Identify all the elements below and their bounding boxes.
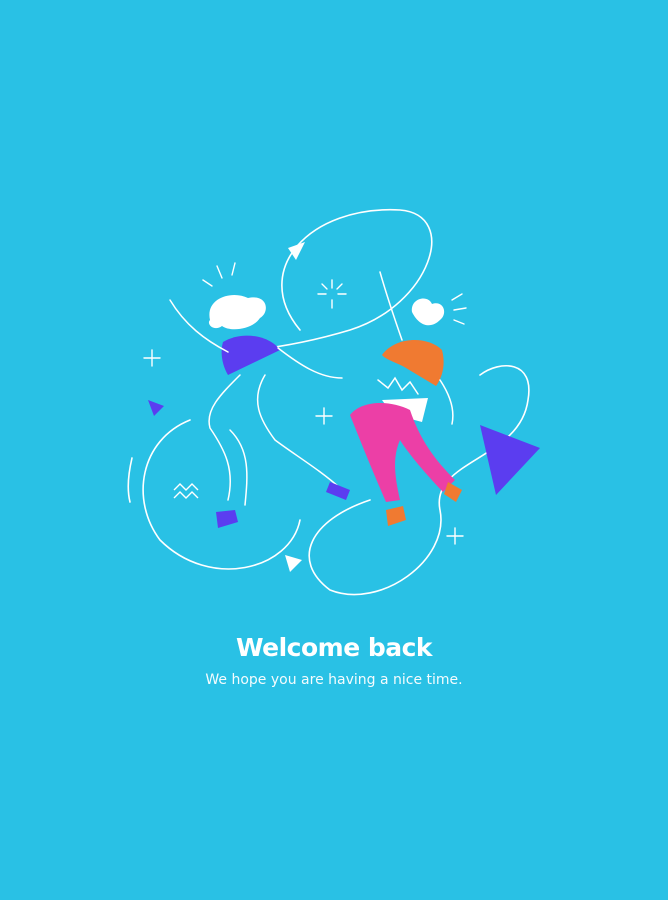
triangle-icon bbox=[288, 242, 305, 260]
welcome-subtitle: We hope you are having a nice time. bbox=[205, 672, 463, 688]
swirl-line-top bbox=[229, 209, 433, 353]
triangle-icon bbox=[285, 555, 302, 572]
left-dancer-shoe bbox=[216, 510, 238, 528]
triangle-icon bbox=[148, 400, 164, 416]
dash-line bbox=[127, 457, 133, 503]
welcome-title: Welcome back bbox=[235, 633, 433, 662]
right-dancer bbox=[350, 271, 467, 526]
right-dancer-pants bbox=[350, 403, 455, 502]
right-dancer-shoe bbox=[386, 506, 406, 526]
right-dancer-hair bbox=[411, 298, 445, 326]
left-dancer-shoe bbox=[326, 482, 350, 500]
left-dancer-hair bbox=[208, 294, 266, 330]
welcome-screen: Welcome back We hope you are having a ni… bbox=[0, 0, 668, 900]
left-dancer-shirt bbox=[221, 335, 280, 375]
squiggle-icon bbox=[173, 483, 199, 499]
dancing-people-illustration bbox=[127, 209, 540, 596]
swirl-line-left bbox=[142, 419, 301, 570]
right-dancer-shirt bbox=[382, 340, 444, 386]
